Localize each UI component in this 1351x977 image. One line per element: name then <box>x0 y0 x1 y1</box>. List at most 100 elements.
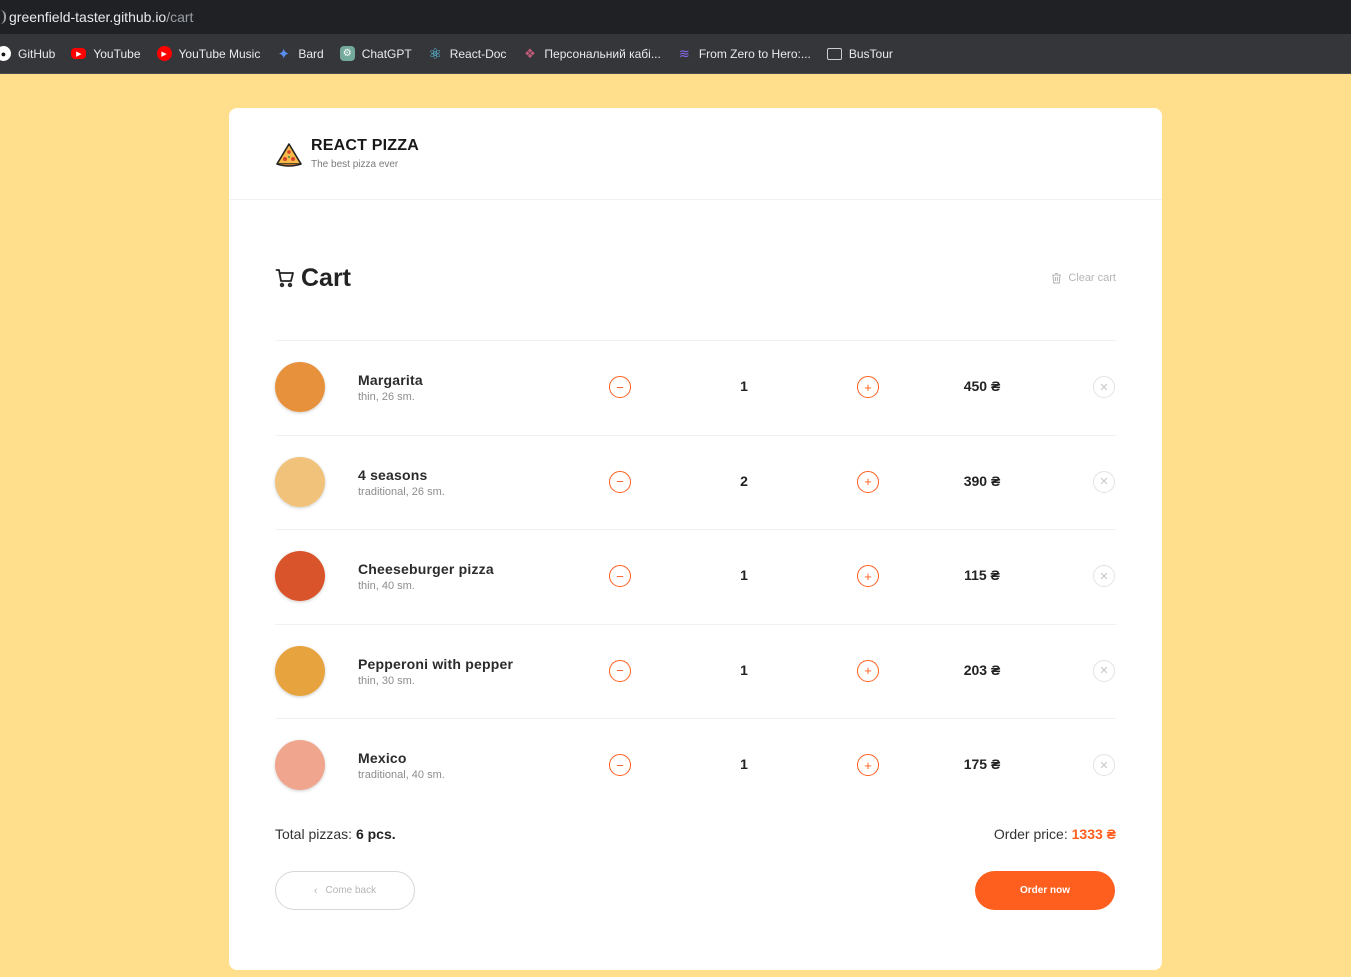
item-price: 175 ₴ <box>963 756 1001 772</box>
item-description: thin, 30 sm. <box>358 674 415 687</box>
decrease-quantity-button[interactable]: − <box>609 754 631 776</box>
item-quantity: 1 <box>740 661 748 678</box>
pizza-image <box>275 551 325 601</box>
item-quantity: 1 <box>740 567 748 583</box>
cart-icon <box>275 269 294 288</box>
item-info: Cheeseburger pizza thin, 40 sm. <box>358 561 494 592</box>
item-info: Margarita thin, 26 sm. <box>358 372 423 403</box>
page-wrapper: REACT PIZZA The best pizza ever Cart Cle… <box>229 108 1162 970</box>
item-description: thin, 40 sm. <box>358 580 415 592</box>
chatgpt-icon: ⚙ <box>339 46 355 61</box>
site-header: REACT PIZZA The best pizza ever <box>229 108 1162 200</box>
youtube-icon: ▶ <box>71 48 87 59</box>
browser-url-bar[interactable]: greenfield-taster.github.io/cart <box>0 0 1351 34</box>
remove-item-button[interactable]: ✕ <box>1093 470 1115 493</box>
order-price-value: 1333 ₴ <box>1071 826 1116 842</box>
bookmark-label: From Zero to Hero:... <box>698 46 811 61</box>
item-name: Margarita <box>358 372 423 388</box>
bookmark-chatgpt[interactable]: ⚙ ChatGPT <box>339 46 412 61</box>
bookmark-label: GitHub <box>18 46 56 61</box>
cart-top-bar: Cart Clear cart <box>275 258 1116 298</box>
remove-item-button[interactable]: ✕ <box>1093 754 1115 776</box>
site-info-icon[interactable] <box>0 10 6 24</box>
order-now-label: Order now <box>1019 885 1070 896</box>
decrease-quantity-button[interactable]: − <box>609 470 631 493</box>
pizza-logo-icon[interactable] <box>275 140 303 168</box>
decrease-quantity-button[interactable]: − <box>609 376 631 398</box>
item-name: 4 seasons <box>358 466 428 483</box>
bookmark-youtube-music[interactable]: ▶ YouTube Music <box>156 46 261 61</box>
bookmark-bard[interactable]: ✦ Bard <box>276 45 324 63</box>
item-price: 390 ₴ <box>963 472 1001 489</box>
chevron-left-icon: ‹ <box>313 884 318 897</box>
item-price: 450 ₴ <box>963 378 1001 394</box>
bookmark-label: Bard <box>298 46 324 61</box>
total-pizzas: Total pizzas: 6 pcs. <box>275 826 396 842</box>
url-host: greenfield-taster.github.io <box>9 9 167 25</box>
item-description: traditional, 26 sm. <box>358 485 445 498</box>
folder-icon <box>826 47 842 60</box>
bookmarks-bar: ● GitHub ▶ YouTube ▶ YouTube Music ✦ Bar… <box>0 34 1351 74</box>
bookmark-label: React-Doc <box>449 46 507 61</box>
cart-summary: Total pizzas: 6 pcs. Order price: 1333 ₴ <box>275 826 1116 842</box>
item-quantity: 1 <box>740 756 748 772</box>
item-description: traditional, 40 sm. <box>358 769 445 781</box>
item-info: Mexico traditional, 40 sm. <box>358 750 445 781</box>
cart-item: Pepperoni with pepper thin, 30 sm. − 1 +… <box>275 623 1116 719</box>
increase-quantity-button[interactable]: + <box>857 754 879 776</box>
increase-quantity-button[interactable]: + <box>857 376 879 398</box>
total-pizzas-value: 6 pcs. <box>355 826 396 842</box>
cart-title: Cart <box>301 263 352 292</box>
bookmark-youtube[interactable]: ▶ YouTube <box>71 46 141 61</box>
bookmark-github[interactable]: ● GitHub <box>0 46 55 61</box>
increase-quantity-button[interactable]: + <box>857 659 879 682</box>
bard-icon: ✦ <box>277 45 291 63</box>
come-back-button[interactable]: ‹ Come back <box>275 871 415 910</box>
order-now-button[interactable]: Order now <box>975 871 1115 910</box>
item-description: thin, 26 sm. <box>358 391 415 403</box>
item-quantity: 2 <box>740 472 748 489</box>
clear-cart-button[interactable]: Clear cart <box>1051 272 1116 284</box>
bookmark-react-doc[interactable]: ⚛ React-Doc <box>428 45 507 63</box>
bookmark-bustour[interactable]: BusTour <box>826 46 893 61</box>
decrease-quantity-button[interactable]: − <box>609 565 631 587</box>
remove-item-button[interactable]: ✕ <box>1093 565 1115 587</box>
bookmark-icon: ≋ <box>678 45 690 61</box>
bookmark-label: ChatGPT <box>361 46 412 61</box>
pizza-image <box>275 740 325 790</box>
total-pizzas-label: Total pizzas: <box>275 826 353 842</box>
cart-item: Cheeseburger pizza thin, 40 sm. − 1 + 11… <box>275 529 1116 624</box>
github-icon: ● <box>0 46 11 61</box>
pizza-image <box>275 456 325 507</box>
item-info: Pepperoni with pepper thin, 30 sm. <box>358 656 513 687</box>
bookmark-label: Персональний кабі... <box>544 46 661 61</box>
brand-subtitle: The best pizza ever <box>311 159 399 170</box>
youtube-music-icon: ▶ <box>156 46 172 61</box>
item-price: 203 ₴ <box>963 661 1001 678</box>
bookmark-zero-to-hero[interactable]: ≋ From Zero to Hero:... <box>677 46 811 61</box>
react-icon: ⚛ <box>428 45 442 63</box>
remove-item-button[interactable]: ✕ <box>1093 376 1115 398</box>
item-name: Pepperoni with pepper <box>358 655 514 672</box>
item-info: 4 seasons traditional, 26 sm. <box>358 467 445 498</box>
bookmark-label: YouTube <box>93 46 141 61</box>
increase-quantity-button[interactable]: + <box>857 565 879 587</box>
increase-quantity-button[interactable]: + <box>857 470 879 493</box>
come-back-label: Come back <box>325 885 377 896</box>
remove-item-button[interactable]: ✕ <box>1093 659 1115 682</box>
clear-cart-label: Clear cart <box>1068 272 1116 284</box>
bookmark-label: YouTube Music <box>178 46 261 61</box>
trash-icon <box>1052 272 1062 284</box>
url-path: /cart <box>166 9 194 25</box>
item-name: Cheeseburger pizza <box>358 561 494 577</box>
order-price-label: Order price: <box>993 826 1068 842</box>
decrease-quantity-button[interactable]: − <box>609 659 631 682</box>
item-quantity: 1 <box>740 378 748 394</box>
item-price: 115 ₴ <box>964 567 1000 583</box>
brand-title: REACT PIZZA <box>311 137 419 154</box>
bookmark-label: BusTour <box>848 46 893 61</box>
cart-heading: Cart <box>275 264 351 293</box>
cart-item: Margarita thin, 26 sm. − 1 + 450 ₴ ✕ <box>275 340 1116 435</box>
item-name: Mexico <box>358 750 407 766</box>
bookmark-personal-cabinet[interactable]: ❖ Персональний кабі... <box>522 46 661 61</box>
